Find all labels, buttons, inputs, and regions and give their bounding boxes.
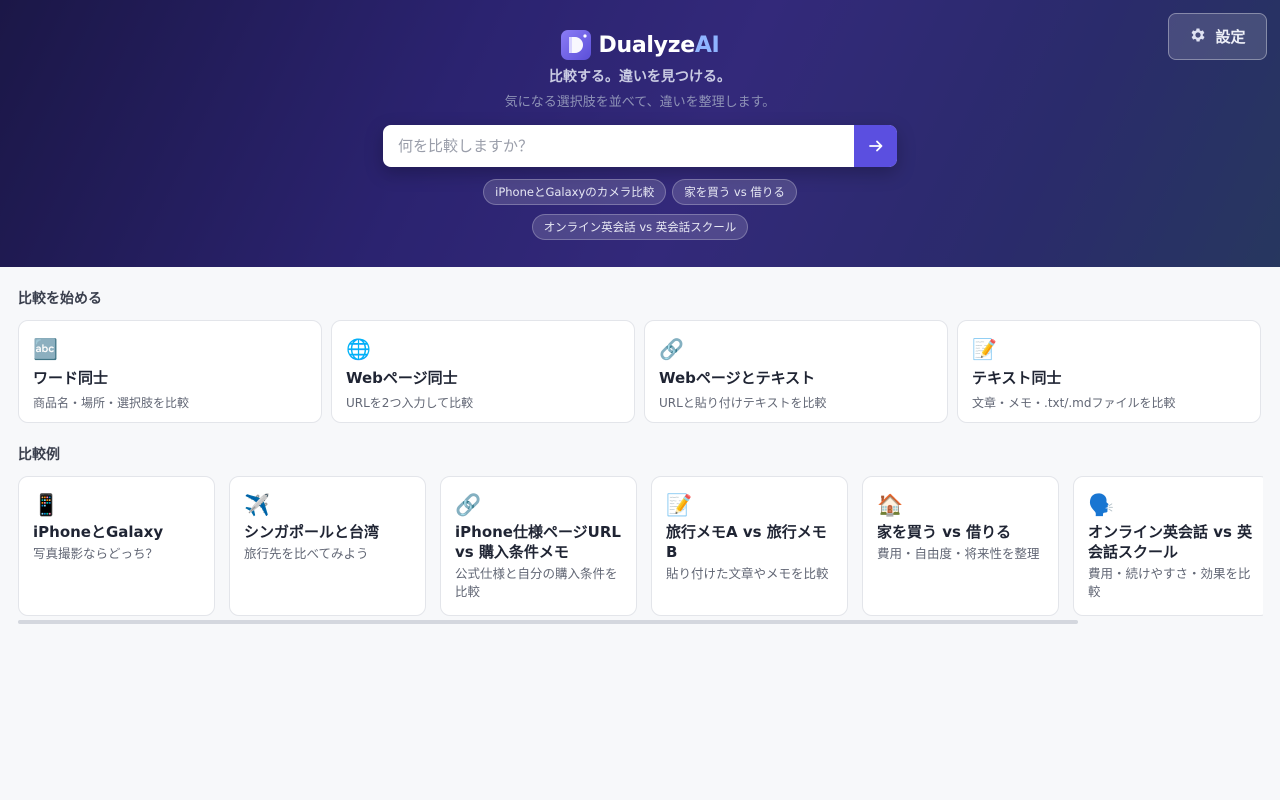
search-bar xyxy=(383,125,897,167)
card-desc: 写真撮影ならどっち？ xyxy=(33,546,159,561)
memo-icon: 📝 xyxy=(972,337,997,361)
card-desc: 貼り付けた文章やメモを比較 xyxy=(666,566,829,581)
brand-accent: AI xyxy=(694,32,720,58)
house-icon: 🏠 xyxy=(877,493,904,517)
globe-icon: 🌐 xyxy=(346,337,371,361)
abc-icon: 🔤 xyxy=(33,337,58,361)
card-desc: URLを2つ入力して比較 xyxy=(346,396,474,410)
example-carousel[interactable]: 📱 iPhoneとGalaxy 写真撮影ならどっち？ ✈️ シンガポールと台湾 … xyxy=(18,476,1263,616)
section-title-start: 比較を始める xyxy=(18,291,102,307)
airplane-icon: ✈️ xyxy=(244,493,271,517)
example-card[interactable]: 📝 旅行メモA vs 旅行メモB 貼り付けた文章やメモを比較 xyxy=(651,476,848,616)
card-title: Webページとテキスト xyxy=(659,369,816,387)
suggestion-chip[interactable]: オンライン英会話 vs 英会話スクール xyxy=(531,214,749,240)
card-title: オンライン英会話 vs 英会話スクール xyxy=(1088,523,1253,561)
card-title: 旅行メモA vs 旅行メモB xyxy=(666,523,827,561)
start-card-texts[interactable]: 📝 テキスト同士 文章・メモ・.txt/.mdファイルを比較 xyxy=(957,320,1261,423)
start-card-words[interactable]: 🔤 ワード同士 商品名・場所・選択肢を比較 xyxy=(18,320,322,423)
mobile-phone-icon: 📱 xyxy=(33,493,60,517)
suggestion-chip[interactable]: 家を買う vs 借りる xyxy=(672,179,797,205)
arrow-right-icon xyxy=(868,140,882,152)
hero-header: 設定 DualyzeAI 比較する。違いを見つける。 気になる選択肢を並べて、違… xyxy=(0,0,1280,267)
card-title: iPhoneとGalaxy xyxy=(33,523,164,541)
example-card[interactable]: 🗣️ オンライン英会話 vs 英会話スクール 費用・続けやすさ・効果を比較 xyxy=(1073,476,1263,616)
start-card-web-and-text[interactable]: 🔗 Webページとテキスト URLと貼り付けテキストを比較 xyxy=(644,320,948,423)
example-card[interactable]: ✈️ シンガポールと台湾 旅行先を比べてみよう xyxy=(229,476,426,616)
example-card[interactable]: 📱 iPhoneとGalaxy 写真撮影ならどっち？ xyxy=(18,476,215,616)
speaking-head-icon: 🗣️ xyxy=(1088,493,1115,517)
card-title: iPhone仕様ページURL vs 購入条件メモ xyxy=(455,523,621,561)
example-card[interactable]: 🔗 iPhone仕様ページURL vs 購入条件メモ 公式仕様と自分の購入条件を… xyxy=(440,476,637,616)
start-options: 🔤 ワード同士 商品名・場所・選択肢を比較 🌐 Webページ同士 URLを2つ入… xyxy=(18,320,1261,423)
suggestion-chip[interactable]: iPhoneとGalaxyのカメラ比較 xyxy=(483,179,667,205)
card-title: テキスト同士 xyxy=(972,369,1062,387)
link-icon: 🔗 xyxy=(455,493,482,517)
logo-icon xyxy=(560,30,591,60)
card-title: シンガポールと台湾 xyxy=(244,523,380,541)
card-desc: 公式仕様と自分の購入条件を比較 xyxy=(455,566,618,599)
suggestion-chips: iPhoneとGalaxyのカメラ比較 家を買う vs 借りる xyxy=(0,179,1280,205)
card-desc: 旅行先を比べてみよう xyxy=(244,546,369,561)
card-desc: 費用・続けやすさ・効果を比較 xyxy=(1088,566,1251,599)
section-title-examples: 比較例 xyxy=(18,447,60,463)
brand: DualyzeAI xyxy=(0,30,1280,60)
card-title: ワード同士 xyxy=(33,369,109,387)
brand-name: DualyzeAI xyxy=(598,32,720,58)
card-desc: 費用・自由度・将来性を整理 xyxy=(877,546,1040,561)
tagline: 比較する。違いを見つける。 xyxy=(549,69,731,85)
start-card-webpages[interactable]: 🌐 Webページ同士 URLを2つ入力して比較 xyxy=(331,320,635,423)
example-card[interactable]: 🏠 家を買う vs 借りる 費用・自由度・将来性を整理 xyxy=(862,476,1059,616)
search-input[interactable] xyxy=(383,125,854,167)
card-desc: 文章・メモ・.txt/.mdファイルを比較 xyxy=(972,396,1176,410)
link-icon: 🔗 xyxy=(659,337,684,361)
sub-tagline: 気になる選択肢を並べて、違いを整理します。 xyxy=(504,95,776,110)
memo-icon: 📝 xyxy=(666,493,693,517)
card-title: Webページ同士 xyxy=(346,369,458,387)
card-desc: 商品名・場所・選択肢を比較 xyxy=(33,396,190,410)
horizontal-scrollbar[interactable] xyxy=(18,620,1078,624)
card-title: 家を買う vs 借りる xyxy=(877,523,1012,541)
card-desc: URLと貼り付けテキストを比較 xyxy=(659,396,827,410)
suggestion-chips: オンライン英会話 vs 英会話スクール xyxy=(0,214,1280,240)
submit-button[interactable] xyxy=(854,125,897,167)
